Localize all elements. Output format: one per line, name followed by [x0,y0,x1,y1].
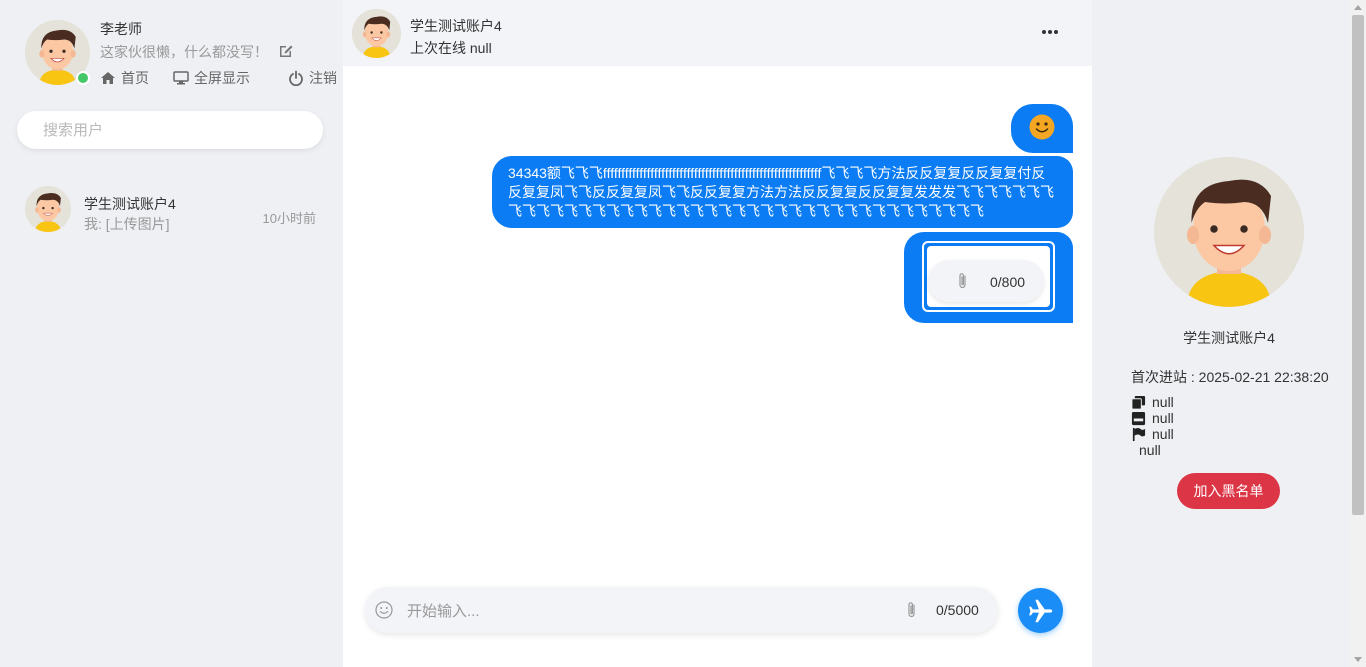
emoji-picker-icon[interactable] [375,601,393,619]
composer: 0/5000 [365,587,998,633]
peer-name: 学生测试账户4 [410,18,502,34]
contact-avatar [25,186,71,232]
power-icon [289,70,303,86]
my-signature: 这家伙很懒，什么都没写！ [100,44,268,60]
peer-avatar[interactable] [352,9,401,58]
nav-logout-label: 注销 [309,70,337,86]
profile-info-row: null [1131,394,1174,410]
peer-status: 上次在线 null [410,40,492,56]
profile-info-row: null [1131,426,1174,442]
message-bubble-file[interactable]: 0/800 [904,232,1073,323]
nav-home-label: 首页 [121,70,149,86]
cartoon-boy-avatar-icon [1154,157,1304,307]
scroll-up-arrow-icon[interactable] [1354,5,1362,10]
file-counter: 0/800 [990,274,1026,290]
scroll-down-arrow-icon[interactable] [1354,657,1362,662]
monitor-icon [173,71,189,85]
add-to-blacklist-button[interactable]: 加入黑名单 [1177,473,1280,509]
nav-home[interactable]: 首页 [100,68,149,88]
copy-icon [1131,395,1146,410]
paperclip-icon [959,273,966,289]
nav-fullscreen-label: 全屏显示 [194,70,250,86]
profile-panel: 学生测试账户4 首次进站 : 2025-02-21 22:38:20 null … [1093,0,1350,667]
cartoon-boy-avatar-icon [352,9,401,58]
flag-icon [1132,427,1146,441]
cartoon-boy-avatar-icon [25,186,71,232]
message-input[interactable] [405,596,889,626]
file-card: 0/800 [922,241,1055,312]
profile-info-row: null [1139,442,1161,458]
profile-avatar [1154,157,1304,307]
smiley-face-icon [1029,114,1055,140]
left-sidebar: 李老师 这家伙很懒，什么都没写！ 首页 全屏显示 注销 搜索用户 学生测试账户4… [0,0,342,667]
nav-fullscreen[interactable]: 全屏显示 [173,68,250,88]
message-counter: 0/5000 [936,602,979,618]
file-pill[interactable]: 0/800 [928,260,1044,302]
profile-info-value: null [1152,394,1174,410]
message-bubble-text[interactable]: 34343额飞飞飞fffffffffffffffffffffffffffffff… [492,156,1073,228]
more-dot [1042,30,1046,34]
profile-name: 学生测试账户4 [1183,330,1275,346]
profile-info-value: null [1152,426,1174,442]
my-name: 李老师 [100,21,142,37]
edit-icon[interactable] [278,43,294,59]
contact-last-message: 我: [上传图片] [84,216,170,232]
more-dot [1054,30,1058,34]
id-card-icon [1131,411,1146,425]
scrollbar-thumb[interactable] [1352,15,1364,515]
profile-info-value: null [1152,410,1174,426]
search-input[interactable] [41,111,305,149]
file-card-inner: 0/800 [927,246,1050,307]
send-button[interactable] [1018,588,1063,633]
profile-info-row: null [1131,410,1174,426]
home-icon [101,72,115,84]
search-box [17,111,323,149]
page-scrollbar[interactable] [1350,0,1366,667]
profile-first-visit: 首次进站 : 2025-02-21 22:38:20 [1131,369,1329,385]
profile-info-value: null [1139,442,1161,458]
online-status-dot [76,71,90,85]
contact-item[interactable]: 学生测试账户4 我: [上传图片] 10小时前 [17,180,323,240]
contact-name: 学生测试账户4 [84,196,176,212]
message-bubble-emoji[interactable] [1011,104,1073,153]
more-options-button[interactable] [1038,22,1062,42]
more-dot [1048,30,1052,34]
chat-header: 学生测试账户4 上次在线 null [343,0,1092,66]
attach-icon[interactable] [905,601,919,619]
airplane-icon [1028,599,1052,622]
chat-panel: 学生测试账户4 上次在线 null 34343额飞飞飞fffffffffffff… [343,0,1092,667]
contact-time: 10小时前 [262,211,316,226]
nav-logout[interactable]: 注销 [288,68,337,88]
